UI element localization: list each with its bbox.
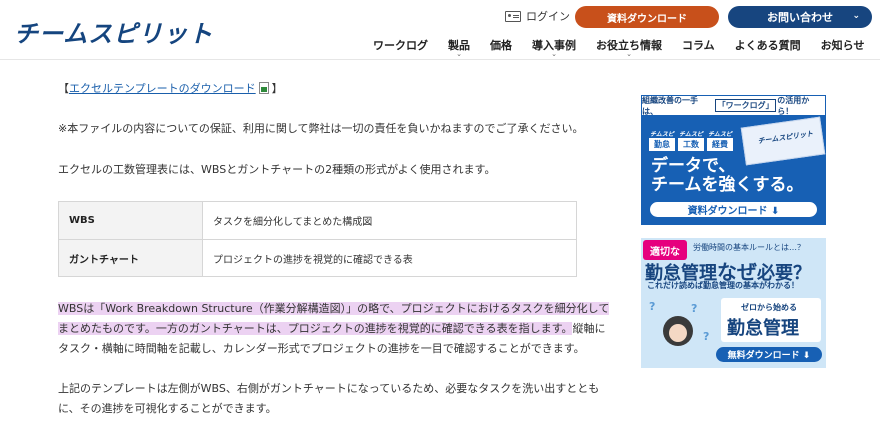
contact-button[interactable]: お問い合わせ ⌄: [728, 6, 872, 28]
main-nav: ワークログ 製品 ⌄ 価格 導入事例 ⌄ お役立ち情報 ⌄ コラム よくある質問…: [373, 37, 865, 58]
highlighted-text: まとめたものです。一方のガントチャートは、プロジェクトの進捗を視覚的に確認できる…: [58, 322, 573, 335]
banner-tagline: これだけ読めば勤怠管理の基本がわかる！: [647, 281, 799, 290]
question-mark-icon: ?: [649, 300, 656, 313]
product-tag: チムスピ 経費: [707, 131, 733, 151]
table-desc: タスクを細分化してまとめた構成図: [213, 217, 373, 228]
table-desc: プロジェクトの進捗を視覚的に確認できる表: [213, 254, 413, 266]
comparison-table: WBS タスクを細分化してまとめた構成図 ガントチャート プロジェクトの進捗を視…: [58, 201, 577, 277]
paragraph-line: まとめたものです。一方のガントチャートは、プロジェクトの進捗を視覚的に確認できる…: [58, 322, 606, 335]
nav-item-worklog[interactable]: ワークログ: [373, 37, 428, 53]
excel-file-icon: [258, 82, 269, 94]
nav-item-faq[interactable]: よくある質問: [735, 37, 801, 53]
banner-caption: 組織改善の一手は、 「ワークログ」 の活用から！: [641, 95, 826, 116]
banner-headline: データで、 チームを強くする。: [651, 156, 804, 195]
login-link[interactable]: ログイン: [505, 8, 570, 24]
nav-item-products[interactable]: 製品 ⌄: [448, 37, 470, 58]
download-button[interactable]: 資料ダウンロード: [575, 6, 719, 28]
highlighted-text: WBSは「Work Breakdown Structure（作業分解構造図）」の…: [58, 302, 610, 315]
banner-subtitle: 労働時間の基本ルールとは…？: [693, 243, 805, 252]
product-tag: チムスピ 工数: [678, 131, 704, 151]
paragraph-line: WBSは「Work Breakdown Structure（作業分解構造図）」の…: [58, 299, 610, 318]
template-download-link[interactable]: エクセルテンプレートのダウンロード: [69, 82, 256, 95]
chevron-down-icon: ⌄: [852, 11, 860, 21]
table-row: ガントチャート プロジェクトの進捗を視覚的に確認できる表: [59, 239, 576, 276]
nav-item-news[interactable]: お知らせ: [821, 37, 865, 53]
paragraph-line: 上記のテンプレートは左側がWBS、右側がガントチャートになっているため、必要なタ…: [58, 382, 600, 395]
contact-label: お問い合わせ: [767, 11, 833, 24]
site-header: チームスピリット ログイン 資料ダウンロード お問い合わせ ⌄ ワークログ 製品…: [0, 0, 880, 60]
table-row: WBS タスクを細分化してまとめた構成図: [59, 202, 576, 239]
ebook-cover: ゼロから始める 勤怠管理: [721, 298, 821, 342]
chevron-down-icon: ⌄: [626, 50, 632, 58]
chevron-down-icon: ⌄: [551, 50, 557, 58]
site-logo[interactable]: チームスピリット: [14, 14, 213, 49]
question-mark-icon: ?: [691, 302, 698, 315]
question-mark-icon: ?: [703, 330, 710, 343]
id-card-icon: [505, 10, 521, 22]
disclaimer-text: ※本ファイルの内容についての保証、利用に関して弊社は一切の責任を負いかねますので…: [58, 122, 584, 135]
person-illustration: [663, 316, 693, 346]
nav-item-pricing[interactable]: 価格: [490, 37, 512, 53]
table-term: WBS: [59, 202, 203, 239]
attendance-banner[interactable]: 適切な 労働時間の基本ルールとは…？ 勤怠管理なぜ必要？ これだけ読めば勤怠管理…: [641, 238, 826, 368]
banner-download-button[interactable]: 資料ダウンロード ⬇: [650, 202, 817, 217]
table-term: ガントチャート: [59, 240, 203, 276]
template-link-line: 【エクセルテンプレートのダウンロード】: [58, 82, 283, 95]
nav-item-column[interactable]: コラム: [682, 37, 715, 53]
worklog-banner[interactable]: 組織改善の一手は、 「ワークログ」 の活用から！ チムスピ 勤怠 チムスピ 工数 チ…: [641, 95, 826, 225]
banner-download-button[interactable]: 無料ダウンロード ⬇: [716, 347, 822, 362]
product-tags: チムスピ 勤怠 チムスピ 工数 チムスピ 経費: [649, 129, 736, 151]
product-tag: チムスピ 勤怠: [649, 131, 675, 151]
nav-item-resources[interactable]: お役立ち情報 ⌄: [596, 37, 662, 58]
login-label: ログイン: [526, 10, 570, 23]
paragraph-line: タスク・横軸に時間軸を記載し、カレンダー形式でプロジェクトの進捗を一目で確認する…: [58, 342, 585, 355]
paragraph-line: に、その進捗を可視化することができます。: [58, 402, 277, 415]
nav-item-cases[interactable]: 導入事例 ⌄: [532, 37, 576, 58]
chevron-down-icon: ⌄: [456, 50, 462, 58]
intro-text: エクセルの工数管理表には、WBSとガントチャートの2種類の形式がよく使用されます…: [58, 163, 496, 176]
